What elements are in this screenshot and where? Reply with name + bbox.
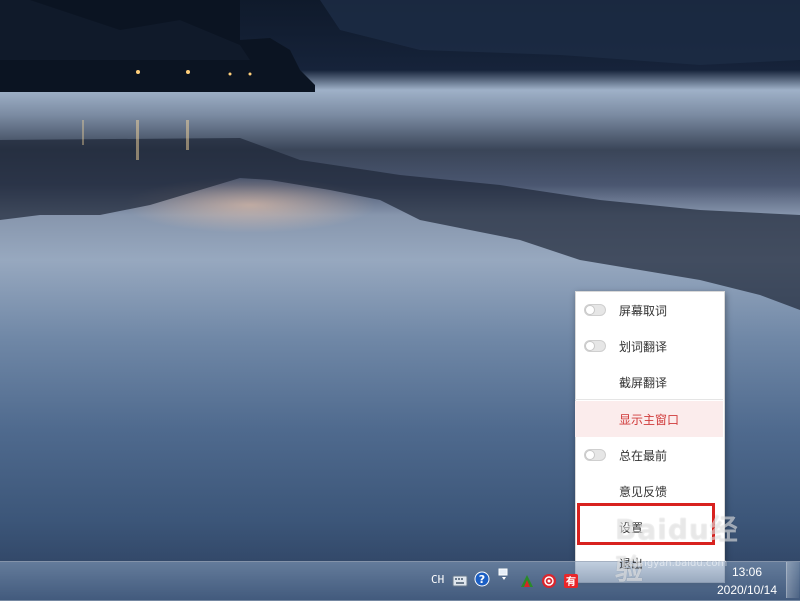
menu-item-screenshot-translate[interactable]: 截屏翻译 (575, 364, 723, 400)
menu-item-selection-translate[interactable]: 划词翻译 (575, 328, 723, 364)
screen-capture-word-toggle[interactable] (584, 304, 606, 316)
network-icon[interactable] (496, 567, 512, 583)
watermark-url: jingyan.baidu.com (635, 558, 728, 569)
menu-item-label: 划词翻译 (619, 340, 668, 354)
show-desktop-button[interactable] (786, 562, 799, 598)
menu-item-label: 显示主窗口 (619, 413, 680, 427)
target-icon[interactable] (541, 573, 557, 589)
selection-translate-toggle[interactable] (584, 340, 606, 352)
wallpaper-hills (0, 0, 800, 92)
wallpaper-reflection (0, 120, 800, 310)
help-icon[interactable]: ? (474, 571, 490, 587)
watermark-logo: Baidu经验 (615, 513, 739, 586)
language-indicator[interactable]: CH (431, 573, 444, 586)
menu-item-label: 屏幕取词 (619, 304, 668, 318)
menu-item-label: 总在最前 (619, 449, 668, 463)
menu-item-label: 截屏翻译 (619, 376, 668, 390)
svg-text:?: ? (479, 573, 485, 586)
menu-item-always-on-top[interactable]: 总在最前 (575, 437, 723, 473)
keyboard-icon[interactable] (452, 573, 468, 589)
red-tool-icon[interactable] (519, 573, 535, 589)
menu-item-screen-capture-word[interactable]: 屏幕取词 (575, 292, 723, 328)
always-on-top-toggle[interactable] (584, 449, 606, 461)
menu-item-show-main-window[interactable]: 显示主窗口 (575, 401, 723, 437)
menu-divider (575, 399, 723, 400)
menu-item-label: 意见反馈 (619, 485, 668, 499)
baidu-jingyan-watermark: Baidu经验 jingyan.baidu.com (615, 500, 765, 586)
